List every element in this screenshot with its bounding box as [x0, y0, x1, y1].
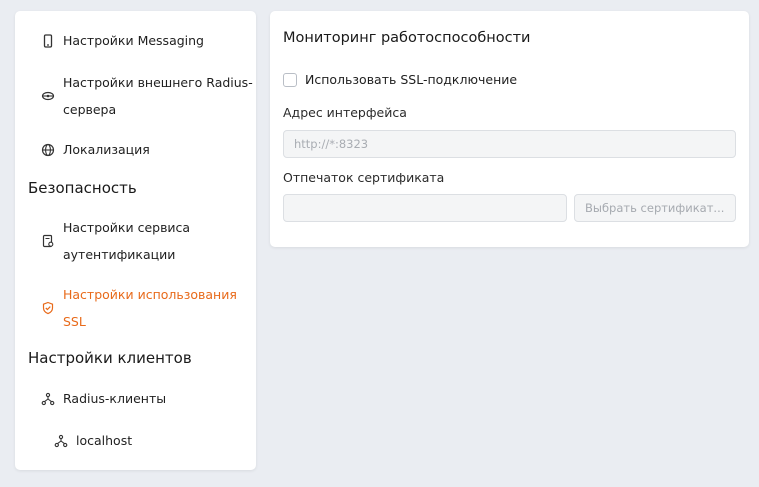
ssl-checkbox[interactable] [283, 72, 297, 87]
sidebar-item-label-line2: SSL [63, 314, 86, 329]
choose-certificate-button[interactable]: Выбрать сертификат... [574, 194, 736, 222]
sidebar-item-label: Настройки Messaging [63, 33, 204, 48]
sidebar-item-ssl-settings[interactable]: Настройки использования SSL [15, 281, 256, 335]
sidebar-item-messaging[interactable]: Настройки Messaging [15, 27, 256, 54]
network-icon [54, 434, 68, 448]
ssl-checkbox-row[interactable]: Использовать SSL-подключение [283, 72, 517, 87]
shield-check-icon [41, 301, 55, 315]
globe-icon [41, 143, 55, 157]
sidebar-item-label: Настройки внешнего Radius- [63, 75, 253, 90]
sidebar-item-label-line2: сервера [63, 102, 117, 117]
sidebar-item-localization[interactable]: Локализация [15, 136, 256, 163]
interface-address-input[interactable] [283, 130, 736, 158]
phone-icon [41, 33, 55, 48]
sidebar-item-label: Настройки использования [63, 287, 237, 302]
interface-address-label: Адрес интерфейса [283, 105, 407, 120]
security-section-heading: Безопасность [28, 179, 137, 197]
sidebar-item-label: localhost [76, 433, 133, 448]
network-icon [41, 392, 55, 406]
certificate-thumbprint-label: Отпечаток сертификата [283, 170, 445, 185]
sidebar-item-label: Локализация [63, 142, 150, 157]
sidebar-item-external-radius[interactable]: Настройки внешнего Radius- сервера [15, 69, 256, 123]
sidebar-item-label: Настройки сервиса [63, 220, 191, 235]
auth-service-icon [41, 234, 55, 248]
radius-server-icon [41, 89, 55, 103]
ssl-checkbox-label: Использовать SSL-подключение [305, 72, 518, 87]
panel-title: Мониторинг работоспособности [283, 30, 531, 46]
clients-section-heading: Настройки клиентов [28, 349, 192, 367]
settings-sidebar: Настройки Messaging Настройки внешнего R… [15, 11, 256, 470]
sidebar-item-auth-service[interactable]: Настройки сервиса аутентификации [15, 214, 256, 268]
sidebar-item-label: Radius-клиенты [63, 391, 167, 406]
certificate-thumbprint-input[interactable] [283, 194, 567, 222]
sidebar-item-label-line2: аутентификации [63, 247, 176, 262]
health-monitoring-panel: Мониторинг работоспособности Использоват… [270, 11, 749, 247]
sidebar-item-radius-clients[interactable]: Radius-клиенты [15, 385, 256, 412]
sidebar-item-localhost[interactable]: localhost [15, 427, 256, 454]
